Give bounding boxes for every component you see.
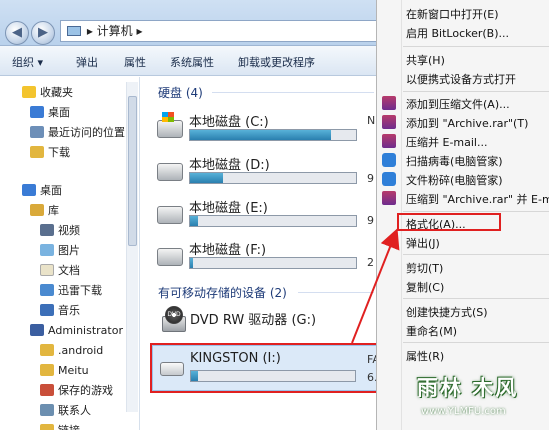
watermark-title: 雨林 木风: [417, 376, 519, 400]
pointer-arrow: [351, 228, 400, 344]
arrow-line: [351, 228, 400, 344]
watermark-url: www.YLMFU.com: [421, 406, 506, 417]
watermark-logo: 雨林 木风 www.YLMFU.com: [413, 368, 549, 430]
